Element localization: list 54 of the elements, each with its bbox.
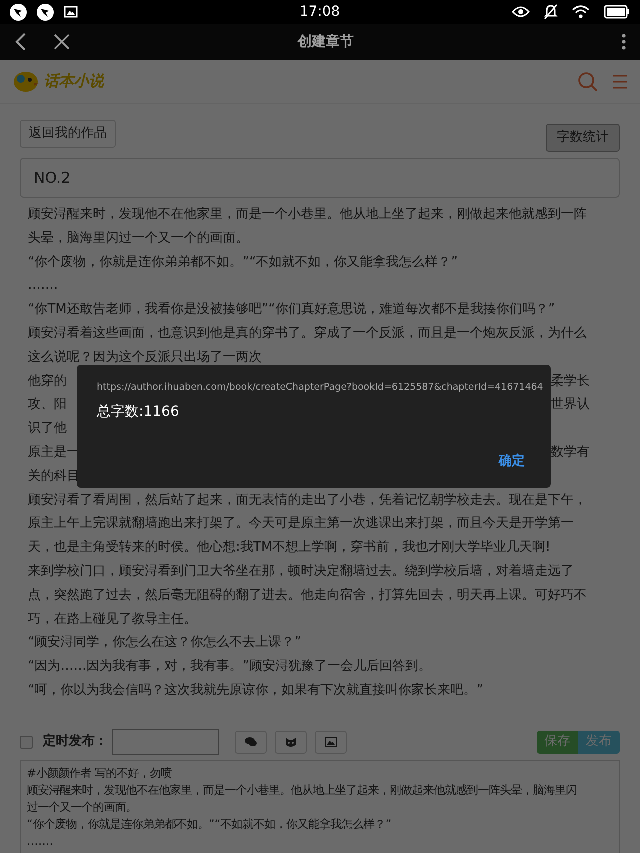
close-icon[interactable] <box>54 34 70 50</box>
save-button[interactable]: 保存 <box>537 730 578 754</box>
speech-bubbles-icon <box>245 737 257 747</box>
comment-button[interactable] <box>235 730 267 754</box>
page-title: 创建章节 <box>296 32 355 52</box>
dialog-url: https://author.ihuaben.com/book/createChapterPage?bookId=6125587&chapterId=41671464 <box>97 381 544 395</box>
article-line: “你个废物，你就是连你弟弟都不如。”“不如就不如，你又能拿我怎么样？” <box>28 254 459 272</box>
content-text-area[interactable]: #小颜颜作者 写的不好，勿喷 顾安浔醒来时，发现他不在他家里，而是一个小巷里。他从地上坐了起来，刚做起来他就感到一阵头晕，脑海里闪 过一个又一个的画面。 “你个废物，你就是连你弟弟都不如。”“不如就不如，你又能拿我怎么样？” ……. <box>20 760 620 853</box>
article-line: 识了他 <box>28 420 67 438</box>
bird-icon <box>37 4 54 20</box>
chapter-title-field[interactable]: NO.2 <box>20 158 620 198</box>
image-button[interactable] <box>315 730 347 754</box>
article-line: 攻、阳 <box>28 396 67 414</box>
logo-text: 话本小说 <box>44 71 104 92</box>
bird-icon <box>10 4 27 20</box>
eye-icon <box>512 6 530 18</box>
article-line: 点，突然跑了过去，然后毫无阻碍的翻了进去。他走向宿舍，打算先回去，明天再上课。可好巧不 <box>28 586 588 605</box>
back-icon[interactable] <box>14 33 28 51</box>
article-line: 顾安浔看了看周围，然后站了起来，面无表情的走出了小巷，凭着记忆朝学校走去。现在是下午， <box>28 492 588 510</box>
article-line: 头晕，脑海里闪过一个又一个的画面。 <box>28 230 250 248</box>
article-line: “因为……因为我有事，对，我有事。”顾安浔犹豫了一会儿后回答到。 <box>28 658 432 676</box>
article-line: 天，也是主角受转来的时侯。他心想:我TM不想上学啊，穿书前，我也才刚大学毕业几天啊! <box>28 539 552 558</box>
article-line: 顾安浔醒来时，发现他不在他家里，而是一个小巷里。他从地上坐了起来，刚做起来他就感到一阵 <box>28 206 588 224</box>
article-line: 顾安浔看着这些画面，也意识到他是真的穿书了。穿成了一个反派，而且是一个炮灰反派，为什么 <box>28 324 588 343</box>
article-line: ……. <box>28 277 60 296</box>
article-line: “顾安浔同学，你怎么在这？你怎么不去上课？” <box>28 634 302 652</box>
article-line: 他穿的 <box>28 372 67 391</box>
back-to-works-button[interactable]: 返回我的作品 <box>20 120 116 148</box>
battery-icon <box>604 5 630 19</box>
cat-face-button[interactable] <box>275 730 307 754</box>
schedule-label: 定时发布： <box>43 732 108 752</box>
menu-icon[interactable] <box>612 74 628 90</box>
article-line: 柔学长 <box>551 372 590 391</box>
more-icon[interactable] <box>622 34 626 50</box>
image-icon <box>325 737 337 747</box>
muted-bell-icon <box>544 4 558 20</box>
article-line: “你TM还敢告老师，我看你是没被揍够吧”“你们真好意思说，难道每次都不是我揍你们吗？” <box>28 301 556 320</box>
wifi-icon <box>572 5 590 19</box>
article-line: “呵，你以为我会信吗？这次我就先原谅你，如果有下次就直接叫你家长来吧。” <box>28 682 484 700</box>
image-icon <box>64 6 78 18</box>
clock-time: 17:08 <box>298 2 342 22</box>
article-line: 这么说呢？因为这个反派只出场了一两次 <box>28 348 263 367</box>
schedule-time-field[interactable] <box>112 729 219 755</box>
word-count-button[interactable]: 字数统计 <box>546 124 620 152</box>
schedule-checkbox[interactable] <box>20 736 33 748</box>
article-line: 世界认 <box>551 396 590 414</box>
dialog-message: 总字数:1166 <box>97 403 180 422</box>
cat-face-icon <box>285 736 297 748</box>
article-line: 原主上午上完课就翻墙跑出来打架了。今天可是原主第一次逃课出来打架，而且今天是开学第一 <box>28 515 575 534</box>
ok-button[interactable]: 确定 <box>499 452 525 472</box>
article-line: 巧，在路上碰见了教导主任。 <box>28 610 198 629</box>
article-line: 数学有 <box>551 444 590 462</box>
search-icon[interactable] <box>578 72 598 92</box>
article-line: 来到学校门口，顾安浔看到门卫大爷坐在那，顿时决定翻墙过去。绕到学校后墙，对着墙走远了 <box>28 562 575 581</box>
